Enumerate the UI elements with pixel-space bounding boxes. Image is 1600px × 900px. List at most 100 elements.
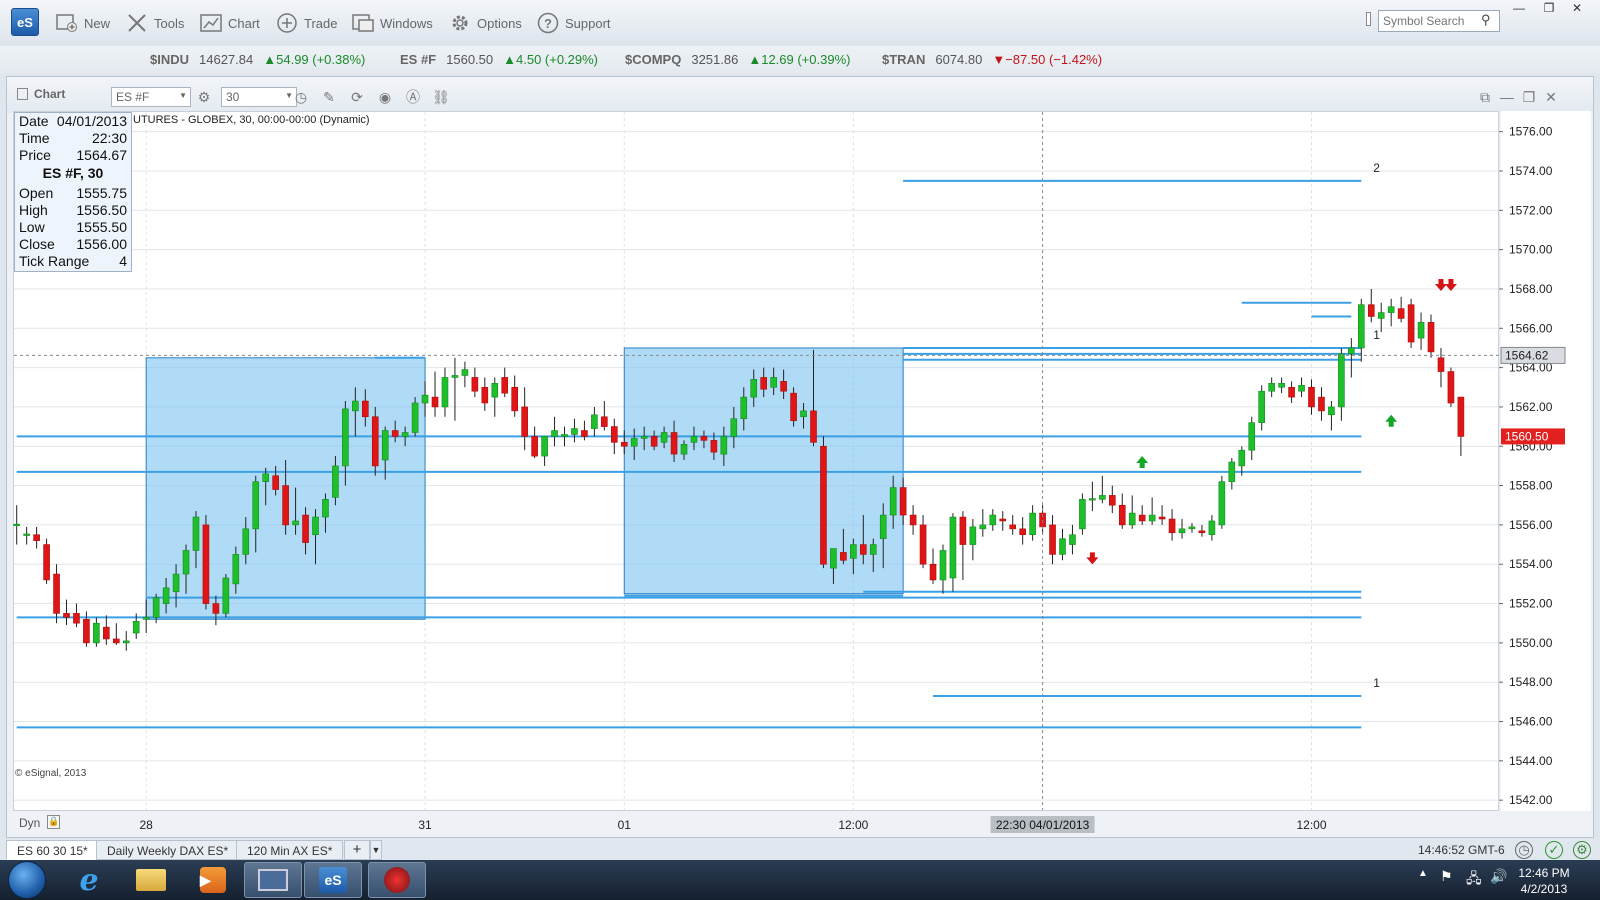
restore-button[interactable]: ❐ <box>1536 1 1562 17</box>
candle-body <box>361 400 369 418</box>
ticker-compq[interactable]: $COMPQ 3251.86 ▲12.69 (+0.39%) <box>625 52 850 67</box>
signal-arrow-up <box>1136 455 1149 468</box>
candle-body <box>949 516 957 579</box>
minimize-button[interactable]: — <box>1506 1 1532 17</box>
volume-icon[interactable]: 🔊 <box>1490 868 1507 885</box>
candle-body <box>820 445 827 565</box>
candle <box>1208 515 1216 541</box>
candle-body <box>859 544 867 555</box>
candle <box>1248 416 1256 461</box>
candle-body <box>73 613 80 624</box>
price-tick-label: 1556.00 <box>1509 518 1553 532</box>
ticker-indu[interactable]: $INDU 14627.84 ▲54.99 (+0.38%) <box>150 52 365 67</box>
tab-daily-weekly-dax[interactable]: Daily Weekly DAX ES* <box>96 840 240 860</box>
time-tick-label: 12:00 <box>1296 818 1326 832</box>
settings-status-icon[interactable]: ⚙ <box>1573 841 1591 859</box>
signal-arrow-down <box>1086 552 1099 565</box>
dw-key: Close <box>19 236 55 252</box>
price-tick-label: 1576.00 <box>1509 125 1553 139</box>
data-row-date: Date 04/01/2013 <box>19 113 127 130</box>
chart-button[interactable]: Chart <box>200 10 260 36</box>
taskbar-clock[interactable]: 12:46 PM 4/2/2013 <box>1514 865 1574 897</box>
candle-body <box>381 430 389 461</box>
candle-body <box>879 514 887 539</box>
candle-body <box>1377 312 1385 319</box>
add-tab-button[interactable]: + <box>344 840 370 860</box>
candle-body <box>640 436 648 439</box>
windows-button[interactable]: Windows <box>352 10 433 36</box>
candle-body <box>850 544 857 559</box>
candle-body <box>1417 322 1425 339</box>
price-tick-label: 1552.00 <box>1509 597 1553 611</box>
options-button[interactable]: Options <box>449 10 522 36</box>
data-window-symbol: ES #F, 30 <box>42 165 104 181</box>
candle-body <box>1248 422 1256 451</box>
support-label: Support <box>565 15 611 31</box>
data-window[interactable]: Date 04/01/2013 Time 22:30 Price 1564.67 ES… <box>14 112 132 272</box>
tab-120-min-ax[interactable]: 120 Min AX ES* <box>236 840 344 860</box>
candle <box>461 361 469 388</box>
start-button[interactable] <box>8 861 46 899</box>
candle <box>1278 377 1285 394</box>
tray-expand-icon[interactable]: ▲ <box>1418 868 1428 879</box>
tab-es-60-30-15[interactable]: ES 60 30 15* <box>6 840 99 860</box>
ticker-bar: $INDU 14627.84 ▲54.99 (+0.38%) ES #F 1560.5… <box>0 46 1600 74</box>
ticker-change: ▲54.99 (+0.38%) <box>263 52 366 67</box>
network-icon[interactable]: 🖧 <box>1466 868 1482 892</box>
ticker-symbol: $COMPQ <box>625 52 682 67</box>
search-icon[interactable]: ⚲ <box>1481 12 1499 30</box>
app-logo[interactable]: eS <box>11 8 39 36</box>
candle-body <box>1019 528 1026 536</box>
candle-body <box>53 573 60 614</box>
candle-body <box>401 432 409 437</box>
candle-body <box>1049 524 1056 555</box>
candle-body <box>800 410 807 418</box>
time-tick-label: 12:00 <box>838 818 868 832</box>
new-button[interactable]: New <box>56 10 110 36</box>
candle-body <box>601 416 608 427</box>
candle-body <box>760 377 768 390</box>
taskbar-app[interactable] <box>368 862 426 898</box>
trade-button[interactable]: Trade <box>276 10 337 36</box>
price-tick-label: 1548.00 <box>1509 675 1553 689</box>
connection-status-icon[interactable]: ✓ <box>1545 841 1563 859</box>
candle-body <box>371 416 379 467</box>
candle-body <box>889 487 897 516</box>
candle-body <box>352 400 359 412</box>
tools-button[interactable]: Tools <box>126 10 184 36</box>
ticker-tran[interactable]: $TRAN 6074.80 ▼−87.50 (−1.42%) <box>882 52 1102 67</box>
support-button[interactable]: ? Support <box>537 10 611 36</box>
candle-body <box>13 523 20 526</box>
time-tick-label: 01 <box>618 818 632 832</box>
candle-body <box>630 438 638 447</box>
candle-body <box>1367 304 1375 317</box>
candle-body <box>1387 306 1395 313</box>
tab-menu-button[interactable]: ▼ <box>370 840 382 860</box>
candle-body <box>610 426 618 443</box>
ticker-change: ▲4.50 (+0.29%) <box>503 52 599 67</box>
candle-body <box>232 554 240 585</box>
candle-body <box>63 613 70 618</box>
candle-body <box>830 548 837 569</box>
action-center-flag-icon[interactable]: ⚑ <box>1440 868 1453 885</box>
price-tick-label: 1572.00 <box>1509 203 1553 217</box>
taskbar-remote-desktop[interactable] <box>244 862 302 898</box>
taskbar-media-player[interactable]: ▶ <box>184 862 242 898</box>
internet-explorer-icon: e <box>79 862 99 898</box>
dw-key: High <box>19 202 48 218</box>
close-button[interactable]: ✕ <box>1564 1 1590 17</box>
data-row-low: Low 1555.50 <box>19 219 127 236</box>
candle-body <box>979 524 987 530</box>
taskbar-esignal[interactable]: eS <box>304 862 362 898</box>
candle <box>571 418 578 443</box>
candle-body <box>1268 383 1275 392</box>
candle <box>1358 298 1365 362</box>
status-clock-icon[interactable]: ◷ <box>1515 841 1533 859</box>
taskbar-internet-explorer[interactable]: e <box>60 862 118 898</box>
candle <box>1019 517 1026 545</box>
candle <box>93 617 100 647</box>
ticker-es[interactable]: ES #F 1560.50 ▲4.50 (+0.29%) <box>400 52 598 67</box>
candle <box>222 574 230 618</box>
candle-body <box>810 410 817 443</box>
taskbar-explorer[interactable] <box>122 862 180 898</box>
